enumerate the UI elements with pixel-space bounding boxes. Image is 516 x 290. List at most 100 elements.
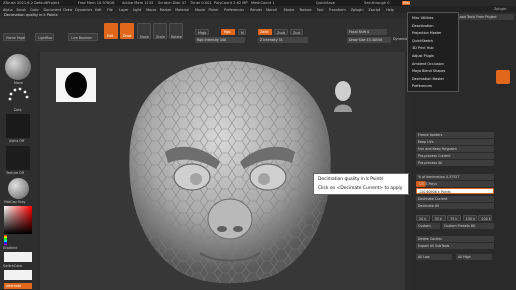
- zadd-button[interactable]: Zadd: [258, 29, 272, 35]
- m-button[interactable]: M: [238, 29, 246, 35]
- decimation-tooltip: Decimation quality in k Points Click on …: [313, 173, 409, 195]
- zcut-button[interactable]: Zcut: [290, 29, 303, 35]
- menu-transform[interactable]: Transform: [329, 8, 346, 12]
- preset-200k-button[interactable]: 200 k: [478, 215, 493, 221]
- home-page-button[interactable]: Home Page: [3, 33, 25, 41]
- texture-thumbnail[interactable]: [6, 146, 30, 170]
- menu-tool[interactable]: Tool: [317, 8, 324, 12]
- matcap-thumbnail[interactable]: [8, 178, 29, 199]
- menu-stroke[interactable]: Stroke: [284, 8, 295, 12]
- menu-light[interactable]: Light: [133, 8, 141, 12]
- alpha-thumbnail[interactable]: [6, 114, 30, 138]
- preprocess-all-button[interactable]: Pre-process All: [416, 160, 494, 166]
- hue-strip[interactable]: [4, 235, 7, 245]
- popup-item-adjust-plugin[interactable]: Adjust Plugin: [412, 54, 434, 58]
- menu-file[interactable]: File: [107, 8, 113, 12]
- popup-item-3d-print-hub[interactable]: 3D Print Hub: [412, 46, 434, 50]
- popup-item-preferences[interactable]: Preferences: [412, 84, 432, 88]
- rgb-intensity-slider[interactable]: Rgb Intensity 100: [195, 37, 245, 43]
- z-intensity-slider[interactable]: Z Intensity 51: [258, 37, 308, 43]
- menu-material[interactable]: Material: [175, 8, 189, 12]
- draw-button[interactable]: Draw: [120, 23, 134, 39]
- decimate-current-button[interactable]: Decimate Current: [416, 196, 494, 202]
- focal-shift-slider[interactable]: Focal Shift 0: [347, 29, 387, 35]
- menu-help[interactable]: Help: [386, 8, 394, 12]
- preset-20k-button[interactable]: 20 k: [416, 215, 430, 221]
- plugin-popup-menu: Misc Utilities Deactivation Projection Mas…: [407, 12, 459, 92]
- all-low-button[interactable]: All Low: [416, 254, 452, 260]
- preprocess-current-button[interactable]: Pre-process Current: [416, 153, 494, 159]
- live-boolean-button[interactable]: Live Boolean: [68, 33, 98, 41]
- menu-texture[interactable]: Texture: [299, 8, 311, 12]
- decimate-all-button[interactable]: Decimate All: [416, 203, 494, 209]
- decimation-percent-slider[interactable]: % of decimation 4.37327: [416, 174, 494, 180]
- export-all-button[interactable]: Export All SubTools: [416, 243, 494, 249]
- color-picker[interactable]: [4, 206, 32, 234]
- mrgb-button[interactable]: Mrgb: [195, 29, 209, 35]
- edit-button[interactable]: Edit: [104, 23, 118, 39]
- menu-render[interactable]: Render: [250, 8, 262, 12]
- freeze-borders-toggle[interactable]: Freeze borders: [416, 132, 494, 138]
- stroke-label: Dots: [14, 108, 22, 112]
- keep-uvs-toggle[interactable]: Keep UVs: [416, 139, 494, 145]
- viewport-canvas[interactable]: [40, 52, 405, 290]
- menu-document[interactable]: Document: [44, 8, 62, 12]
- preset-150k-button[interactable]: 150 k: [462, 215, 477, 221]
- all-high-button[interactable]: All High: [456, 254, 492, 260]
- main-color-swatch[interactable]: [4, 252, 32, 262]
- stroke-dots-icon[interactable]: [6, 85, 30, 105]
- popup-item-deactivation[interactable]: Deactivation: [412, 24, 434, 28]
- delete-caches-button[interactable]: Delete Caches: [416, 236, 494, 242]
- rotate-button[interactable]: Rotate: [169, 23, 183, 39]
- menu-dynamics[interactable]: Dynamics: [75, 8, 92, 12]
- alternate-button[interactable]: Alternate: [4, 283, 32, 289]
- keep-polypaint-toggle[interactable]: Use and Keep Polypaint: [416, 146, 494, 152]
- preset-35k-button[interactable]: 35 k: [431, 215, 446, 221]
- lightbox-button[interactable]: LightBox: [35, 33, 54, 41]
- scale-button[interactable]: Scale: [153, 23, 167, 39]
- menu-marker[interactable]: Marker: [160, 8, 172, 12]
- popup-item-quicksketch[interactable]: QuickSketch: [412, 39, 433, 43]
- sculpt-head-model[interactable]: [120, 57, 340, 289]
- navigation-head-icon[interactable]: [330, 80, 356, 112]
- quicksave-button[interactable]: QuickSave: [316, 1, 335, 5]
- menu-brush[interactable]: Brush: [17, 8, 27, 12]
- see-through-slider[interactable]: See-through 0: [364, 1, 390, 5]
- move-button[interactable]: Move: [137, 23, 151, 39]
- menu-color[interactable]: Color: [30, 8, 39, 12]
- popup-item-decimation-master[interactable]: Decimation Master: [412, 77, 444, 81]
- menu-edit[interactable]: Edit: [95, 8, 102, 12]
- menu-alpha[interactable]: Alpha: [3, 8, 13, 12]
- custom-button[interactable]: Custom: [416, 223, 440, 229]
- popup-item-ambient-occlusion[interactable]: Ambient Occlusion: [412, 62, 444, 66]
- active-mem: Active Mem 1132: [122, 1, 154, 5]
- texture-label: Texture Off: [6, 171, 24, 175]
- menu-zplugin[interactable]: Zplugin: [351, 8, 364, 12]
- secondary-color-swatch[interactable]: [4, 270, 32, 280]
- popup-item-misc-utilities[interactable]: Misc Utilities: [412, 16, 433, 20]
- draw-size-slider[interactable]: Draw Size 43.40558: [347, 37, 391, 43]
- k-points-slider[interactable]: 120.60906 k Points: [416, 188, 494, 194]
- custom-presets-slider[interactable]: Custom Presets 80: [442, 223, 494, 229]
- menu-layer[interactable]: Layer: [119, 8, 128, 12]
- preset-75k-button[interactable]: 75 k: [447, 215, 462, 221]
- tooltip-line-1: Decimation quality in k Points: [318, 177, 384, 182]
- switch-color-label: SwitchColor: [3, 264, 23, 268]
- zsub-button[interactable]: Zsub: [274, 29, 288, 35]
- popup-item-projection-master[interactable]: Projection Master: [412, 31, 441, 35]
- rgb-button[interactable]: Rgb: [221, 29, 235, 35]
- load-tools-button[interactable]: Load Tools From Project: [456, 14, 514, 20]
- menu-macro[interactable]: Macro: [146, 8, 156, 12]
- popup-item-maya-blend-shapes[interactable]: Maya Blend Shapes: [412, 69, 445, 73]
- menu-zscript[interactable]: Zscript: [368, 8, 380, 12]
- k-polys-slider[interactable]: 120.5 Polys: [416, 181, 494, 187]
- menu-stencil[interactable]: Stencil: [266, 8, 277, 12]
- alpha-preview: [56, 68, 96, 102]
- dynamic-toggle[interactable]: Dynamic: [393, 37, 408, 41]
- brush-thumbnail[interactable]: [5, 54, 31, 80]
- alpha-label: Alpha Off: [9, 139, 25, 143]
- menu-preferences[interactable]: Preferences: [224, 8, 244, 12]
- menu-movie[interactable]: Movie: [195, 8, 205, 12]
- menu-picker[interactable]: Picker: [209, 8, 219, 12]
- menu-draw[interactable]: Draw: [63, 8, 72, 12]
